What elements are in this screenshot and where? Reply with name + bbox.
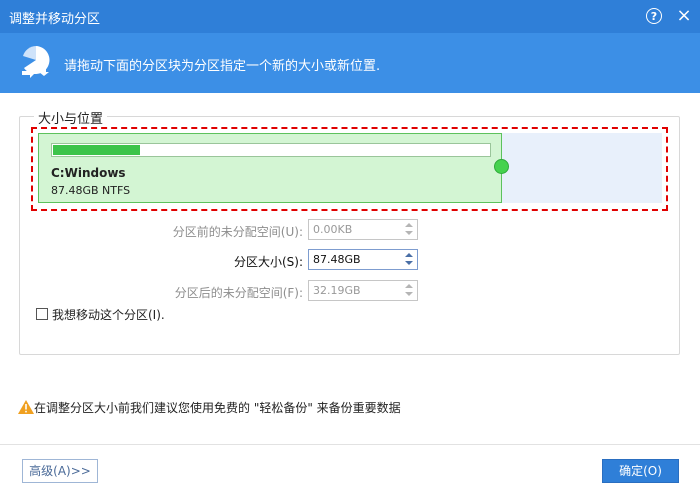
partition-size-input[interactable] <box>309 250 401 269</box>
after-space-spin-arrows[interactable] <box>402 282 416 299</box>
after-space-input[interactable] <box>309 281 401 300</box>
partition-size-spin-arrows[interactable] <box>402 251 416 268</box>
partition-selection-outline <box>31 127 668 211</box>
spin-down-icon[interactable] <box>405 261 413 265</box>
footer-divider <box>0 444 700 445</box>
ok-button[interactable]: 确定(O) <box>602 459 679 483</box>
group-label: 大小与位置 <box>34 108 108 127</box>
after-space-label: 分区后的未分配空间(F): <box>174 286 303 300</box>
window-title: 调整并移动分区 <box>9 12 101 27</box>
before-space-stepper[interactable] <box>308 219 418 240</box>
spin-down-icon[interactable] <box>405 292 413 296</box>
instruction-text: 请拖动下面的分区块为分区指定一个新的大小或新位置. <box>64 59 381 74</box>
warning-text: 在调整分区大小前我们建议您使用免费的 "轻松备份" 来备份重要数据 <box>34 401 401 415</box>
spin-up-icon[interactable] <box>405 284 413 288</box>
move-partition-checkbox[interactable] <box>36 308 48 320</box>
partition-move-icon <box>22 46 50 78</box>
move-partition-label[interactable]: 我想移动这个分区(I). <box>52 306 165 323</box>
backup-warning: 在调整分区大小前我们建议您使用免费的 "轻松备份" 来备份重要数据 <box>18 399 401 416</box>
instruction-header: 请拖动下面的分区块为分区指定一个新的大小或新位置. <box>0 33 700 93</box>
advanced-button[interactable]: 高级(A)>> <box>22 459 98 483</box>
before-space-label: 分区前的未分配空间(U): <box>172 225 303 239</box>
spin-up-icon[interactable] <box>405 253 413 257</box>
spin-up-icon[interactable] <box>405 223 413 227</box>
partition-size-label: 分区大小(S): <box>233 255 303 269</box>
spin-down-icon[interactable] <box>405 231 413 235</box>
close-icon[interactable]: × <box>675 7 693 25</box>
partition-size-stepper[interactable] <box>308 249 418 270</box>
help-icon[interactable]: ? <box>646 8 662 24</box>
before-space-spin-arrows[interactable] <box>402 221 416 238</box>
after-space-stepper[interactable] <box>308 280 418 301</box>
warning-icon <box>18 400 34 414</box>
before-space-input[interactable] <box>309 220 401 239</box>
title-bar: 调整并移动分区 ? × <box>0 0 700 33</box>
